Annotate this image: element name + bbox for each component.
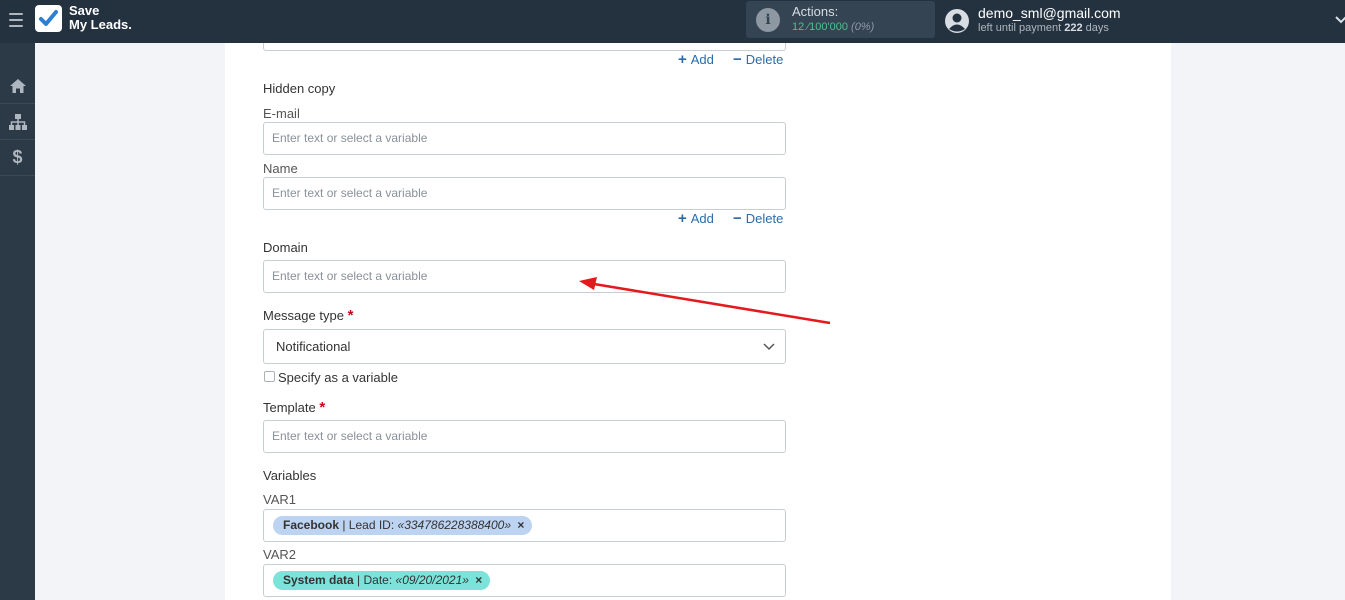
variables-title: Variables [263, 468, 317, 483]
message-type-label: Message type * [263, 307, 353, 324]
logo-checkmark-icon [35, 5, 62, 32]
sidebar-item-billing[interactable]: $ [0, 140, 35, 176]
chip-field: | Lead ID: [342, 518, 395, 532]
payment-status: left until payment 222 days [978, 22, 1109, 34]
hamburger-menu-icon[interactable] [9, 13, 23, 27]
chip-source: System data [283, 573, 354, 587]
hidden-copy-email-label: E-mail [263, 106, 300, 121]
previous-field[interactable] [263, 43, 786, 51]
variable-chip[interactable]: Facebook | Lead ID: «334786228388400» × [273, 516, 533, 535]
delete-label: Delete [745, 211, 784, 226]
sidebar-item-home[interactable] [0, 68, 35, 104]
delete-button-1[interactable]: − Delete [733, 51, 783, 68]
top-bar: Save My Leads. i Actions: 12 ⁄100'000 (0… [0, 0, 1345, 43]
required-mark: * [347, 307, 354, 324]
template-label-text: Template [263, 400, 316, 415]
sitemap-icon [8, 113, 27, 130]
payment-prefix: left until payment [978, 22, 1062, 34]
chip-value: «09/20/2021» [395, 573, 469, 587]
hidden-copy-email-input[interactable]: Enter text or select a variable [263, 122, 786, 155]
info-icon: i [756, 8, 780, 32]
chip-source: Facebook [283, 518, 340, 532]
hidden-copy-name-input[interactable]: Enter text or select a variable [263, 177, 786, 210]
chip-remove-icon[interactable]: × [475, 573, 482, 587]
logo[interactable]: Save My Leads. [69, 4, 132, 32]
variable-chip[interactable]: System data | Date: «09/20/2021» × [273, 571, 491, 590]
delete-button-2[interactable]: − Delete [733, 210, 783, 227]
user-email[interactable]: demo_sml@gmail.com [978, 5, 1121, 21]
chip-field: | Date: [357, 573, 393, 587]
actions-label: Actions: [792, 4, 839, 19]
chip-remove-icon[interactable]: × [517, 518, 524, 532]
actions-percent: (0%) [851, 21, 875, 33]
add-label: Add [690, 211, 714, 226]
logo-line1: Save [69, 3, 100, 18]
user-avatar-icon[interactable] [944, 8, 970, 34]
sidebar-item-connections[interactable] [0, 104, 35, 140]
specify-variable-checkbox[interactable] [264, 371, 275, 382]
var2-label: VAR2 [263, 547, 296, 562]
template-input[interactable]: Enter text or select a variable [263, 420, 786, 453]
home-icon [9, 78, 26, 93]
required-mark: * [319, 399, 326, 416]
account-chevron-down-icon[interactable] [1334, 12, 1345, 26]
hidden-copy-name-label: Name [263, 161, 298, 176]
delete-label: Delete [745, 52, 784, 67]
template-label: Template * [263, 399, 325, 416]
add-button-2[interactable]: + Add [678, 210, 714, 227]
sidebar: $ [0, 43, 35, 600]
var1-label: VAR1 [263, 492, 296, 507]
actions-counter: i Actions: 12 ⁄100'000 (0%) [746, 1, 935, 38]
hidden-copy-title: Hidden copy [263, 81, 336, 96]
payment-suffix: days [1085, 22, 1109, 34]
message-type-select[interactable]: Notificational [263, 329, 786, 364]
logo-line2: My Leads. [69, 17, 132, 32]
actions-count: 12 ⁄100'000 (0%) [792, 21, 874, 33]
message-type-value: Notificational [276, 339, 351, 354]
actions-total: ⁄100'000 [807, 21, 848, 33]
chevron-down-icon [763, 343, 775, 351]
domain-input[interactable]: Enter text or select a variable [263, 260, 786, 293]
message-type-label-text: Message type [263, 308, 344, 323]
chip-value: «334786228388400» [397, 518, 511, 532]
add-button-1[interactable]: + Add [678, 51, 714, 68]
dollar-icon: $ [12, 147, 23, 167]
actions-used: 12 [792, 21, 805, 33]
var1-input[interactable]: Facebook | Lead ID: «334786228388400» × [263, 509, 786, 542]
payment-days: 222 [1064, 22, 1083, 34]
domain-label: Domain [263, 240, 308, 255]
var2-input[interactable]: System data | Date: «09/20/2021» × [263, 564, 786, 597]
add-label: Add [690, 52, 714, 67]
specify-variable-label[interactable]: Specify as a variable [278, 370, 398, 385]
